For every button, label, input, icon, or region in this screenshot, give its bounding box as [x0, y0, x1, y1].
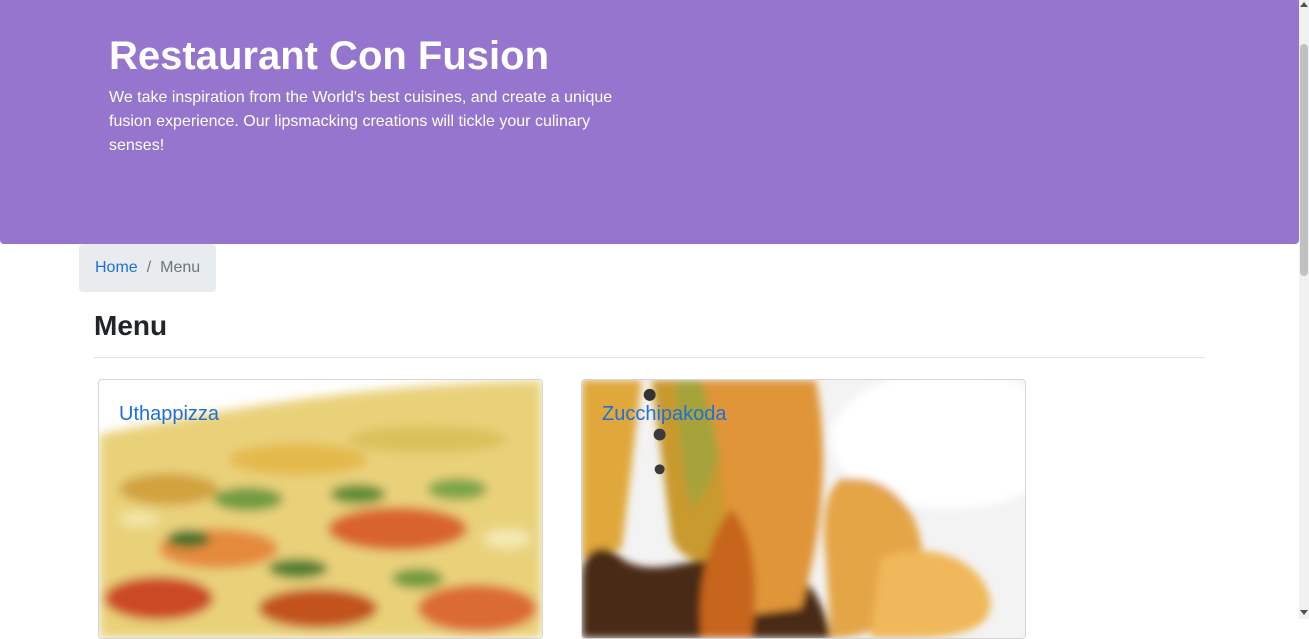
dish-name-zucchipakoda[interactable]: Zucchipakoda	[602, 400, 727, 428]
dish-card-zucchipakoda[interactable]: Zucchipakoda	[581, 379, 1026, 639]
scroll-up-icon[interactable]	[1300, 2, 1308, 7]
breadcrumb-current: Menu	[160, 259, 201, 276]
breadcrumb: Home / Menu	[79, 244, 216, 292]
page-scrollbar[interactable]	[1299, 0, 1309, 619]
breadcrumb-home-link[interactable]: Home	[95, 259, 138, 277]
jumbotron-header: Restaurant Con Fusion We take inspiratio…	[0, 0, 1299, 244]
breadcrumb-separator: /	[146, 259, 152, 276]
restaurant-title: Restaurant Con Fusion	[109, 34, 550, 78]
page-title: Menu	[94, 310, 168, 341]
scrollbar-thumb[interactable]	[1300, 44, 1308, 276]
dish-name-uthappizza[interactable]: Uthappizza	[119, 400, 219, 428]
scroll-down-icon[interactable]	[1300, 610, 1308, 615]
dish-card-uthappizza[interactable]: Uthappizza	[98, 379, 543, 639]
title-divider	[94, 357, 1205, 358]
restaurant-tagline: We take inspiration from the World's bes…	[109, 89, 613, 154]
